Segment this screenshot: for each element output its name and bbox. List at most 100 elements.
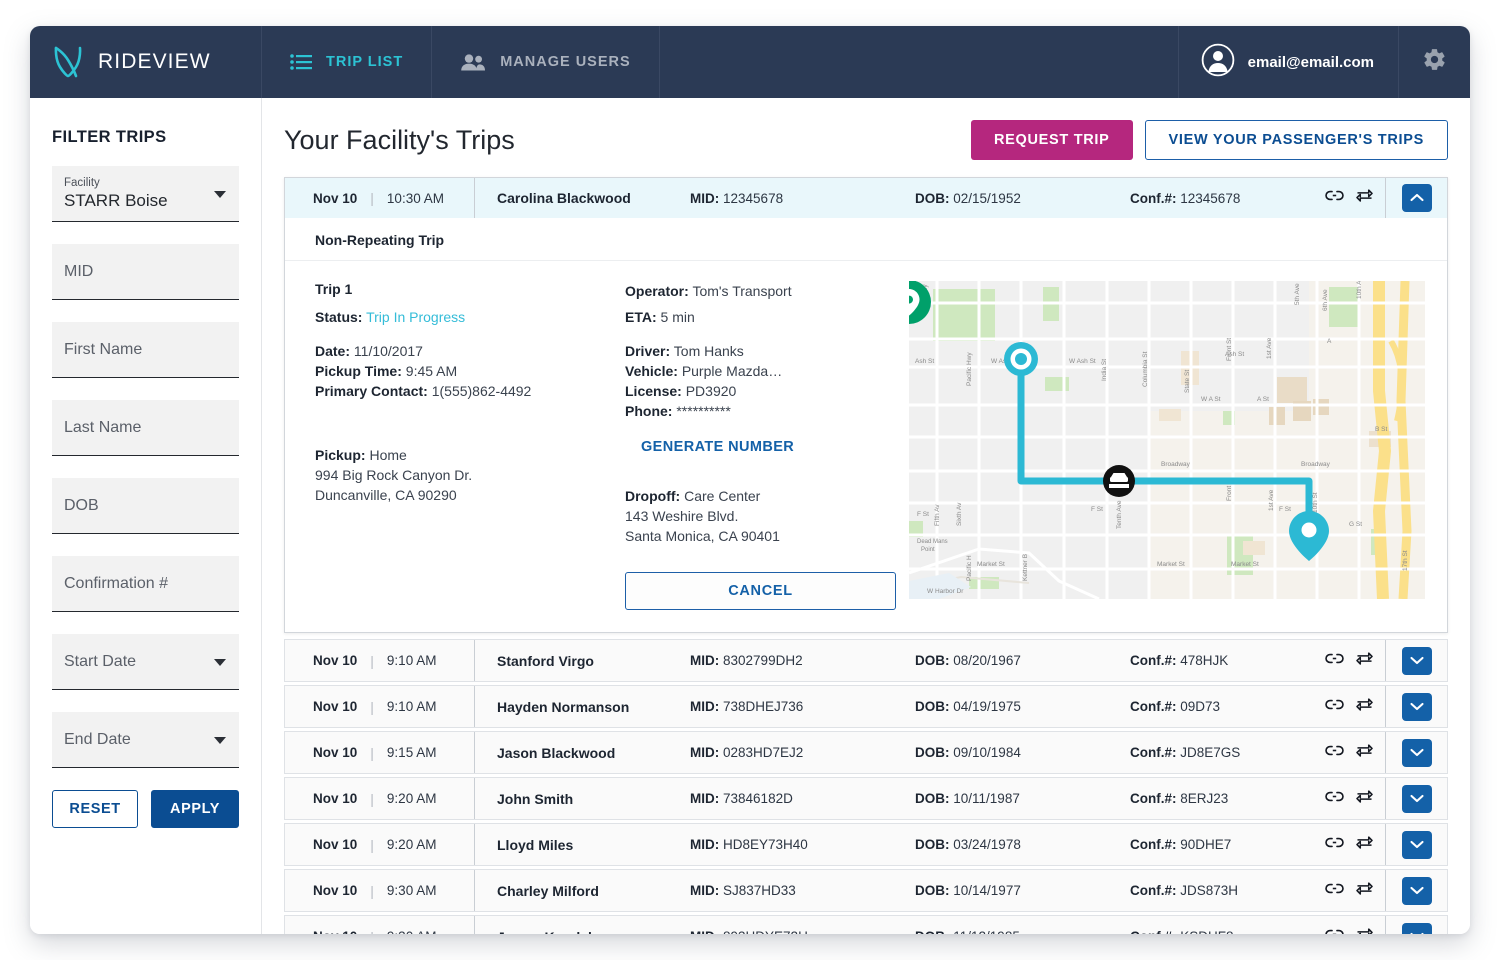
end-date-select[interactable]: End Date [52, 712, 239, 768]
repeat-icon[interactable] [1356, 927, 1373, 934]
row-toggle-cell [1385, 686, 1447, 727]
expand-row-button[interactable] [1401, 830, 1432, 859]
facility-select[interactable]: Facility STARR Boise [52, 166, 239, 222]
trip-map[interactable]: Ash St W Ash St W Ash St Ash St A W A St… [909, 281, 1425, 599]
vehicle-value: Purple Mazda… [681, 363, 783, 379]
start-date-select[interactable]: Start Date [52, 634, 239, 690]
repeat-icon[interactable] [1356, 835, 1373, 855]
trip-card: Nov 10 | 9:20 AM Lloyd Miles MID: HD8EY7… [284, 823, 1448, 866]
conf-label: Conf.#: [1130, 190, 1177, 206]
svg-text:Ash St: Ash St [915, 358, 934, 365]
repeat-icon[interactable] [1356, 697, 1373, 717]
trip-card: Nov 10 | 9:10 AM Hayden Normanson MID: 7… [284, 685, 1448, 728]
cancel-button[interactable]: CANCEL [625, 572, 896, 610]
repeat-icon[interactable] [1356, 789, 1373, 809]
vehicle-label: Vehicle: [625, 363, 678, 379]
svg-text:Tenth Ave: Tenth Ave [1116, 500, 1123, 529]
mid-label: MID: [690, 190, 720, 206]
link-icon[interactable] [1325, 836, 1344, 854]
passenger-name: Stanford Virgo [497, 652, 594, 669]
chevron-down-icon [1409, 790, 1424, 808]
dob-placeholder: DOB [64, 496, 99, 514]
conf-value: JDS873H [1180, 883, 1239, 898]
passenger-name: Hayden Normanson [497, 698, 630, 715]
trip-when: Nov 10 | 9:15 AM [285, 732, 475, 773]
table-row[interactable]: Nov 10 | 9:10 AM Stanford Virgo MID: 830… [285, 640, 1447, 681]
link-icon[interactable] [1325, 928, 1344, 934]
tab-manage-users-label: MANAGE USERS [500, 54, 631, 70]
trip-conf: Conf.#: 90DHE7 [1130, 837, 1301, 852]
link-icon[interactable] [1325, 744, 1344, 762]
pickup-time-line: Pickup Time: 9:45 AM [315, 361, 625, 381]
table-row[interactable]: Nov 10 | 9:10 AM Hayden Normanson MID: 7… [285, 686, 1447, 727]
chevron-down-icon [214, 658, 226, 666]
table-row[interactable]: Nov 10 | 9:30 AM Charley Milford MID: SJ… [285, 870, 1447, 911]
view-passengers-trips-button[interactable]: VIEW YOUR PASSENGER'S TRIPS [1144, 120, 1448, 160]
last-name-placeholder: Last Name [64, 418, 142, 436]
expand-row-button[interactable] [1401, 784, 1432, 813]
apply-button[interactable]: APPLY [151, 790, 239, 828]
trip-list: Nov 10 | 10:30 AM Carolina Blackwood MID… [284, 177, 1448, 934]
heart-v-logo-icon [52, 45, 84, 79]
table-row[interactable]: Nov 10 | 9:15 AM Jason Blackwood MID: 02… [285, 732, 1447, 773]
svg-text:B St: B St [1375, 426, 1387, 433]
link-icon[interactable] [1325, 882, 1344, 900]
mid-value: 12345678 [723, 190, 784, 206]
repeat-icon[interactable] [1356, 651, 1373, 671]
trip-when: Nov 10 | 9:20 AM [285, 824, 475, 865]
expand-row-button[interactable] [1401, 876, 1432, 905]
collapse-row-button[interactable] [1401, 184, 1432, 212]
dropoff-line: Dropoff: Care Center [625, 486, 893, 506]
repeat-icon[interactable] [1356, 188, 1373, 208]
expand-row-button[interactable] [1401, 646, 1432, 675]
svg-text:17th St: 17th St [1402, 550, 1409, 571]
tab-manage-users[interactable]: MANAGE USERS [432, 26, 660, 98]
reset-button[interactable]: RESET [52, 790, 139, 828]
link-icon[interactable] [1325, 189, 1344, 207]
filter-title: FILTER TRIPS [52, 128, 167, 146]
search-input-confirmation[interactable]: Confirmation # [52, 556, 239, 612]
repeat-icon[interactable] [1356, 881, 1373, 901]
conf-value: 478HJK [1180, 653, 1229, 668]
expand-row-button[interactable] [1401, 922, 1432, 934]
divider: | [370, 190, 374, 206]
search-input-first-name[interactable]: First Name [52, 322, 239, 378]
svg-text:10th St: 10th St [1312, 492, 1319, 513]
request-trip-button[interactable]: REQUEST TRIP [970, 120, 1133, 160]
trip-date: Nov 10 [313, 791, 358, 806]
search-input-last-name[interactable]: Last Name [52, 400, 239, 456]
link-icon[interactable] [1325, 652, 1344, 670]
link-icon[interactable] [1325, 698, 1344, 716]
brand: RIDEVIEW [30, 26, 262, 98]
settings-button[interactable] [1398, 26, 1470, 98]
table-row[interactable]: Nov 10 | 9:30 AM James Karolak MID: 893H… [285, 916, 1447, 934]
search-input-dob[interactable]: DOB [52, 478, 239, 534]
row-icons [1301, 743, 1385, 763]
trip-mid: MID: 73846182D [690, 791, 915, 806]
chevron-down-icon [1409, 928, 1424, 934]
table-row[interactable]: Nov 10 | 9:20 AM Lloyd Miles MID: HD8EY7… [285, 824, 1447, 865]
dob-value: 03/24/1978 [953, 837, 1021, 852]
trip-time: 9:15 AM [386, 745, 437, 760]
filter-actions: RESET APPLY [52, 790, 239, 828]
trip-when: Nov 10 | 9:10 AM [285, 686, 475, 727]
passenger-name: Jason Blackwood [497, 744, 616, 761]
tab-trip-list[interactable]: TRIP LIST [262, 26, 433, 98]
eta-line: ETA: 5 min [625, 307, 893, 327]
link-icon[interactable] [1325, 790, 1344, 808]
repeat-icon[interactable] [1356, 743, 1373, 763]
trip-time: 10:30 AM [386, 190, 444, 206]
generate-number-button[interactable]: GENERATE NUMBER [641, 439, 794, 455]
svg-text:1st Ave: 1st Ave [1266, 337, 1273, 359]
expand-row-button[interactable] [1401, 692, 1432, 721]
driver-value: Tom Hanks [673, 343, 744, 359]
search-input-mid[interactable]: MID [52, 244, 239, 300]
trip-detail-panel: Non-Repeating Trip Trip 1 Status: Trip I… [285, 218, 1447, 632]
trip-conf: Conf.#: 09D73 [1130, 699, 1301, 714]
user-menu[interactable]: email@email.com [1177, 26, 1398, 98]
expand-row-button[interactable] [1401, 738, 1432, 767]
table-row[interactable]: Nov 10 | 9:20 AM John Smith MID: 7384618… [285, 778, 1447, 819]
row-icons [1301, 789, 1385, 809]
operator-value: Tom's Transport [692, 283, 792, 299]
table-row[interactable]: Nov 10 | 10:30 AM Carolina Blackwood MID… [285, 178, 1447, 218]
